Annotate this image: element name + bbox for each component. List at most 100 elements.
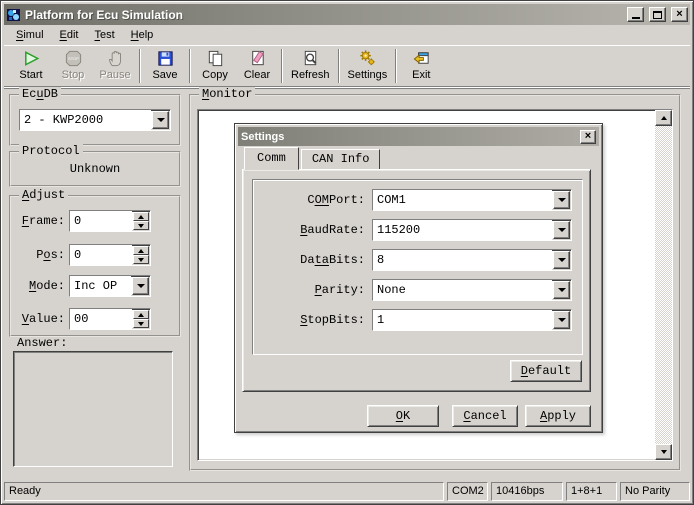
cancel-button[interactable]: Cancel [452,405,518,427]
minimize-icon [632,17,640,19]
mode-dropdown-button[interactable] [132,277,149,295]
value-spinner[interactable]: 00 [69,308,151,330]
status-parity: No Parity [620,482,690,501]
baudrate-label: BaudRate: [253,223,365,237]
arrow-down-icon [661,450,667,454]
arrow-up-icon [138,215,144,219]
monitor-scrollbar[interactable] [655,110,672,460]
frame-up-button[interactable] [133,212,149,221]
chevron-down-icon [558,198,566,202]
ecudb-select[interactable]: 2 - KWP2000 [19,109,171,131]
databits-label: DataBits: [253,253,365,267]
status-com-port: COM2 [447,482,488,501]
adjust-legend: Adjust [19,188,68,202]
exit-button[interactable]: Exit [400,48,442,84]
status-bar: Ready COM2 10416bps 1+8+1 No Parity [4,480,690,501]
arrow-down-icon [138,258,144,262]
parity-dropdown-button[interactable] [553,281,570,299]
titlebar[interactable]: Platform for Ecu Simulation × [4,4,690,25]
exit-icon [412,49,431,68]
databits-select[interactable]: 8 [372,249,572,271]
copy-button[interactable]: Copy [194,48,236,84]
comm-tab-page: COMPort: COM1 BaudRate: 115200 DataBits:… [242,169,591,392]
ecudb-legend: EcuDB [19,87,61,101]
pos-spinner[interactable]: 0 [69,244,151,266]
refresh-button[interactable]: Refresh [286,48,335,84]
comport-dropdown-button[interactable] [553,191,570,209]
save-button[interactable]: Save [144,48,186,84]
close-icon: × [676,9,682,20]
mode-select[interactable]: Inc OP [69,275,151,297]
toolbar-separator [189,49,191,83]
stop-icon: STOP [64,49,83,68]
comport-select[interactable]: COM1 [372,189,572,211]
toolbar: Start STOP Stop Pause Save Copy Clear Re… [4,45,690,88]
scroll-down-button[interactable] [655,444,672,460]
arrow-up-icon [138,313,144,317]
tab-can-info[interactable]: CAN Info [301,149,381,170]
mode-label: Mode: [11,279,65,293]
value-up-button[interactable] [133,310,149,319]
value-label: Value: [11,312,65,326]
close-button[interactable]: × [671,7,688,22]
arrow-up-icon [138,249,144,253]
menu-help[interactable]: Help [123,27,162,43]
scroll-up-button[interactable] [655,110,672,126]
adjust-group: Adjust Frame: 0 Pos: 0 Mode: Inc OP Valu… [9,195,181,337]
status-baud-rate: 10416bps [491,482,563,501]
tab-comm[interactable]: Comm [244,147,299,170]
stopbits-dropdown-button[interactable] [553,311,570,329]
databits-dropdown-button[interactable] [553,251,570,269]
ok-button[interactable]: OK [367,405,439,427]
scrollbar-track[interactable] [655,126,672,444]
status-frame-format: 1+8+1 [566,482,617,501]
default-button[interactable]: Default [510,360,582,382]
frame-down-button[interactable] [133,221,149,230]
chevron-down-icon [558,258,566,262]
hand-icon [106,49,125,68]
arrow-down-icon [138,224,144,228]
dialog-titlebar[interactable]: Settings × [238,127,599,146]
dialog-close-button[interactable]: × [580,130,596,144]
arrow-down-icon [138,322,144,326]
comport-label: COMPort: [253,193,365,207]
minimize-button[interactable] [627,7,644,22]
magnifier-page-icon [301,49,320,68]
dialog-title: Settings [241,131,580,143]
floppy-disk-icon [156,49,175,68]
chevron-down-icon [137,284,145,288]
menu-bar: Simul Edit Test Help [4,25,690,45]
maximize-button[interactable] [649,7,666,22]
stopbits-select[interactable]: 1 [372,309,572,331]
parity-select[interactable]: None [372,279,572,301]
menu-test[interactable]: Test [86,27,122,43]
answer-label: Answer: [17,336,67,350]
pos-label: Pos: [11,248,65,262]
protocol-group: Protocol Unknown [9,151,181,187]
clear-button[interactable]: Clear [236,48,278,84]
arrow-up-icon [661,116,667,120]
eraser-page-icon [248,49,267,68]
window-title: Platform for Ecu Simulation [25,8,624,22]
baudrate-dropdown-button[interactable] [553,221,570,239]
stopbits-label: StopBits: [253,313,365,327]
frame-label: Frame: [11,214,65,228]
toolbar-separator [338,49,340,83]
ecudb-dropdown-button[interactable] [152,111,169,129]
value-down-button[interactable] [133,319,149,328]
pos-up-button[interactable] [133,246,149,255]
gears-icon [358,49,377,68]
menu-simul[interactable]: Simul [8,27,52,43]
answer-box[interactable] [13,351,173,467]
baudrate-select[interactable]: 115200 [372,219,572,241]
start-button[interactable]: Start [10,48,52,84]
apply-button[interactable]: Apply [525,405,591,427]
status-ready: Ready [4,482,444,501]
settings-button[interactable]: Settings [343,48,393,84]
frame-spinner[interactable]: 0 [69,210,151,232]
comm-field-panel: COMPort: COM1 BaudRate: 115200 DataBits:… [252,179,583,355]
menu-edit[interactable]: Edit [52,27,87,43]
maximize-icon [653,11,662,19]
app-icon [6,7,22,23]
pos-down-button[interactable] [133,255,149,264]
